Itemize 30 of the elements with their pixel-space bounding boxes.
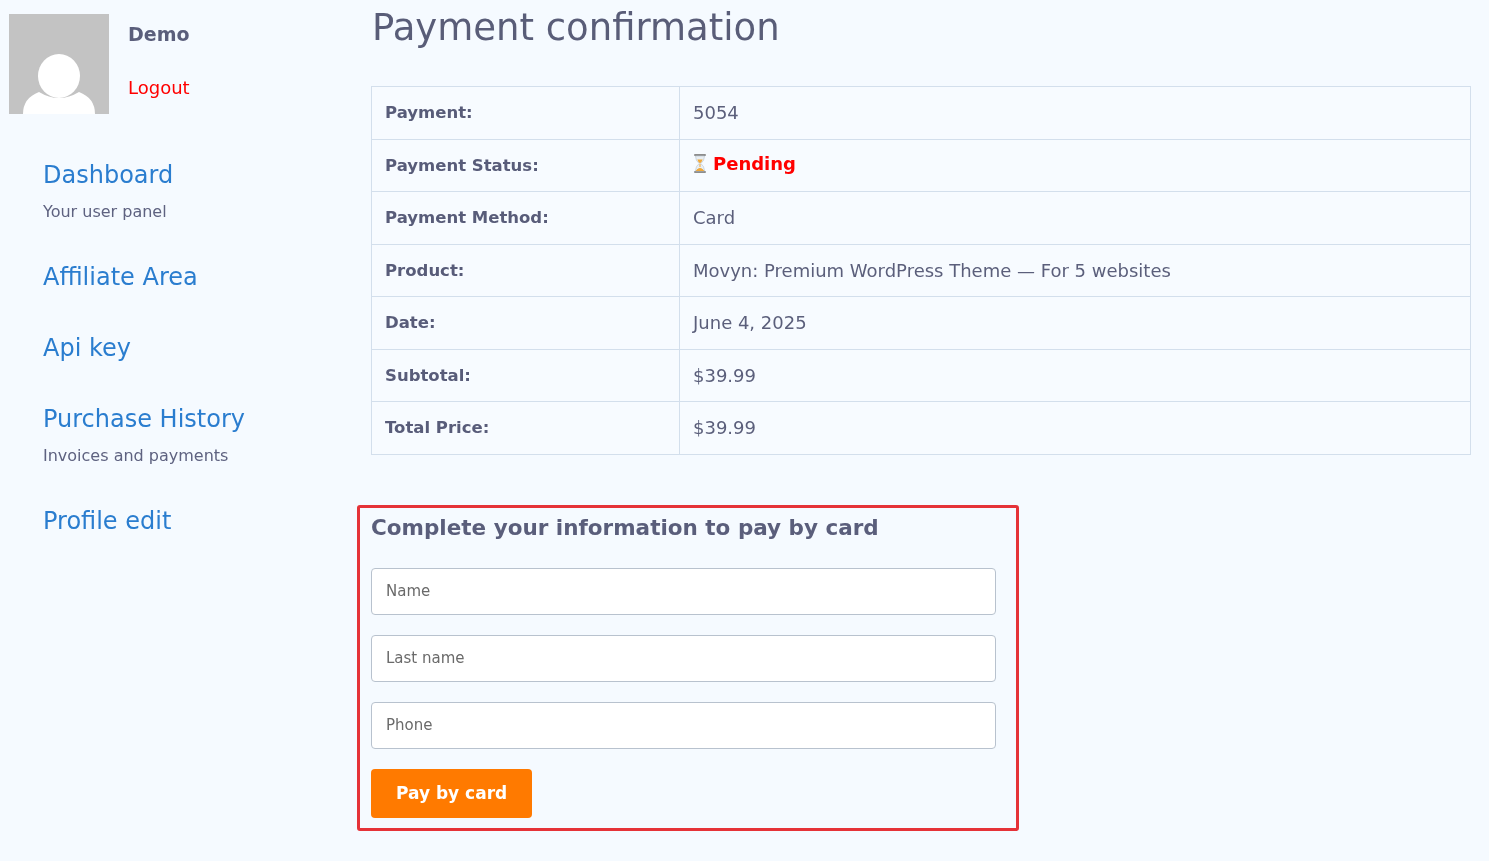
user-name: Demo xyxy=(128,22,190,47)
hourglass-icon xyxy=(693,154,707,174)
pay-button[interactable]: Pay by card xyxy=(371,768,533,818)
sidebar-link[interactable]: Api key xyxy=(43,330,131,366)
table-label-cell: Product: xyxy=(371,244,680,297)
sidebar-link-description: Invoices and payments xyxy=(43,445,229,467)
table-cell: Card xyxy=(679,191,1471,244)
table-label-cell: Total Price: xyxy=(371,401,680,454)
status-text: Pending xyxy=(713,153,796,175)
sidebar-link[interactable]: Affiliate Area xyxy=(43,259,198,295)
logout-link[interactable]: Logout xyxy=(128,74,190,102)
table-cell: $39.99 xyxy=(679,401,1471,454)
table-label-cell: Subtotal: xyxy=(371,349,680,402)
table-cell: June 4, 2025 xyxy=(679,296,1471,349)
input-field[interactable]: Last name xyxy=(371,634,996,682)
sidebar-link[interactable]: Dashboard xyxy=(43,157,174,193)
input-field[interactable]: Phone xyxy=(371,701,996,749)
table-cell: Movyn: Premium WordPress Theme — For 5 websites xyxy=(679,244,1471,297)
table-label-cell: Payment: xyxy=(371,86,680,139)
table-cell: $39.99 xyxy=(679,349,1471,402)
page-title: Payment confirmation xyxy=(372,5,780,51)
sidebar-link[interactable]: Profile edit xyxy=(43,503,172,539)
table-label-cell: Payment Method: xyxy=(371,191,680,244)
form-title: Complete your information to pay by card xyxy=(371,513,879,542)
sidebar-link[interactable]: Purchase History xyxy=(43,401,245,437)
input-field[interactable]: Name xyxy=(371,567,996,615)
table-label-cell: Payment Status: xyxy=(371,139,680,192)
table-cell: 5054 xyxy=(679,86,1471,139)
sidebar-link-description: Your user panel xyxy=(43,201,167,223)
table-label-cell: Date: xyxy=(371,296,680,349)
